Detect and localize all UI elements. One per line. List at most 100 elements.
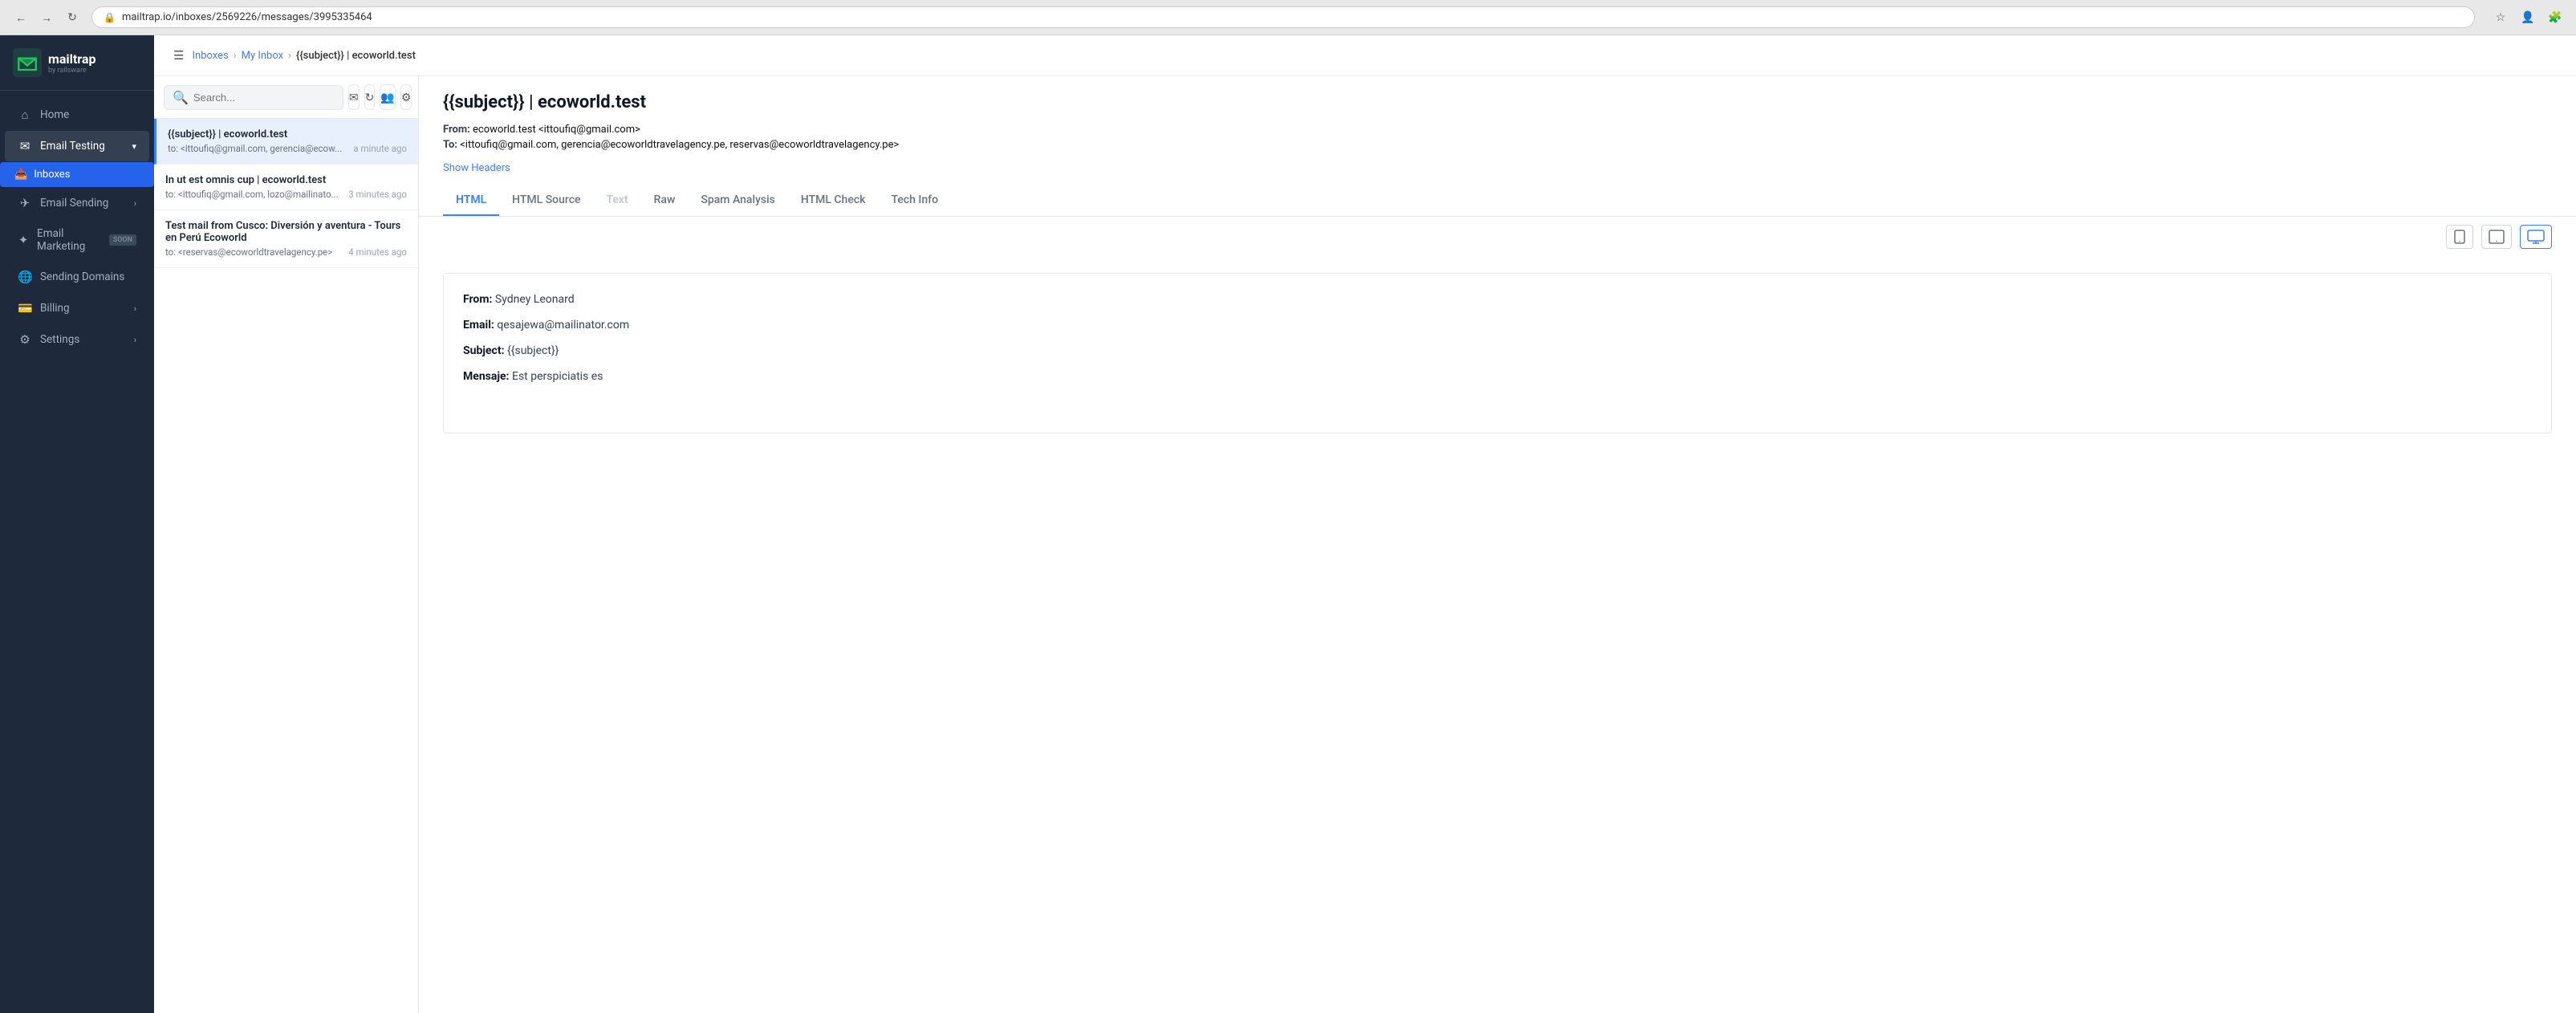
contacts-button[interactable]: 👥 [380, 84, 395, 110]
list-settings-button[interactable]: ⚙ [400, 84, 412, 110]
mobile-icon [2453, 230, 2466, 244]
message-item-3[interactable]: Test mail from Cusco: Diversión y aventu… [154, 210, 418, 268]
sidebar-item-inboxes[interactable]: 📥 Inboxes [0, 162, 154, 187]
browser-actions: ☆ 👤 🧩 [2489, 6, 2566, 29]
forward-button[interactable]: → [35, 6, 58, 29]
email-field-email: Email: qesajewa@mailinator.com [463, 319, 2532, 332]
sidebar-item-billing[interactable]: 💳 Billing › [5, 293, 149, 323]
sidebar-logo: mailtrap by railsware [0, 35, 154, 91]
tablet-icon [2489, 230, 2505, 244]
logo-main-text: mailtrap [48, 51, 95, 67]
from-value: ecoworld.test <ittoufiq@gmail.com> [473, 124, 640, 136]
breadcrumb-sep-2: › [288, 50, 291, 62]
sidebar-item-sending-domains-label: Sending Domains [40, 271, 124, 283]
from-label: From: [443, 124, 470, 136]
billing-chevron-icon: › [134, 303, 136, 314]
email-from: From: ecoworld.test <ittoufiq@gmail.com> [443, 124, 2552, 136]
refresh-button[interactable]: ↻ [61, 6, 83, 29]
message-to-1: to: <ittoufiq@gmail.com, gerencia@ecow..… [168, 143, 342, 154]
address-bar: 🔒 mailtrap.io/inboxes/2569226/messages/3… [91, 6, 2475, 28]
tab-tech-info[interactable]: Tech Info [878, 185, 951, 216]
email-to: To: <ittoufiq@gmail.com, gerencia@ecowor… [443, 139, 2552, 151]
email-field-from: From: Sydney Leonard [463, 293, 2532, 306]
email-content-subject-label: Subject: [463, 344, 505, 357]
email-content-from-label: From: [463, 293, 492, 306]
email-content-message-value: Est perspiciatis es [512, 370, 603, 383]
desktop-icon [2527, 230, 2545, 244]
profile-button[interactable]: 👤 [2517, 6, 2539, 29]
tab-text: Text [594, 185, 641, 216]
soon-badge: soon [109, 234, 136, 246]
message-time-2: 3 minutes ago [348, 189, 407, 200]
nav-buttons: ← → ↻ [10, 6, 83, 29]
desktop-view-button[interactable] [2520, 225, 2552, 249]
email-header: {{subject}} | ecoworld.test From: ecowor… [419, 76, 2576, 217]
message-meta-1: to: <ittoufiq@gmail.com, gerencia@ecow..… [168, 143, 407, 154]
sidebar-item-billing-label: Billing [40, 302, 70, 315]
back-button[interactable]: ← [10, 6, 32, 29]
app-layout: mailtrap by railsware ⌂ Home ✉ Email Tes… [0, 35, 2576, 1013]
tab-html-check[interactable]: HTML Check [788, 185, 879, 216]
settings-icon: ⚙ [18, 332, 32, 347]
sidebar-item-settings-label: Settings [40, 333, 79, 346]
billing-icon: 💳 [18, 301, 32, 315]
inbox-icon: 📥 [14, 169, 27, 181]
compose-button[interactable]: ✉ [348, 84, 360, 110]
bookmark-button[interactable]: ☆ [2489, 6, 2512, 29]
show-headers-link[interactable]: Show Headers [443, 162, 510, 174]
logo-sub-text: by railsware [48, 67, 95, 75]
message-meta-3: to: <reservas@ecoworldtravelagency.pe> 4… [165, 246, 407, 258]
tab-spam-analysis[interactable]: Spam Analysis [688, 185, 787, 216]
sidebar-item-sending-domains[interactable]: 🌐 Sending Domains [5, 262, 149, 292]
breadcrumb-current-item: {{subject}} | ecoworld.test [296, 50, 416, 62]
mobile-view-button[interactable] [2446, 225, 2473, 249]
breadcrumb-my-inbox-link[interactable]: My Inbox [242, 50, 283, 62]
email-subject: {{subject}} | ecoworld.test [443, 92, 2552, 112]
email-content-from-value: Sydney Leonard [495, 293, 575, 306]
menu-toggle-button[interactable]: ☰ [170, 45, 187, 66]
search-input[interactable] [193, 92, 335, 104]
message-time-1: a minute ago [353, 143, 407, 154]
chevron-right-icon: › [134, 198, 136, 209]
browser-chrome: ← → ↻ 🔒 mailtrap.io/inboxes/2569226/mess… [0, 0, 2576, 35]
extensions-button[interactable]: 🧩 [2544, 6, 2566, 29]
refresh-messages-button[interactable]: ↻ [364, 84, 376, 110]
sidebar-item-home[interactable]: ⌂ Home [5, 100, 149, 130]
view-controls [419, 217, 2576, 249]
email-tabs: HTML HTML Source Text Raw Spam Analysis … [443, 185, 2552, 216]
email-body: From: Sydney Leonard Email: qesajewa@mai… [419, 257, 2576, 1013]
sidebar: mailtrap by railsware ⌂ Home ✉ Email Tes… [0, 35, 154, 1013]
tab-html-source[interactable]: HTML Source [499, 185, 593, 216]
lock-icon: 🔒 [104, 12, 116, 23]
breadcrumb-inboxes-link[interactable]: Inboxes [192, 50, 228, 62]
tab-html[interactable]: HTML [443, 185, 499, 216]
message-to-3: to: <reservas@ecoworldtravelagency.pe> [165, 246, 332, 258]
to-value: <ittoufiq@gmail.com, gerencia@ecoworldtr… [460, 139, 899, 151]
url-text: mailtrap.io/inboxes/2569226/messages/399… [122, 11, 372, 23]
search-box: 🔍 [164, 85, 343, 110]
sidebar-item-settings[interactable]: ⚙ Settings › [5, 324, 149, 355]
message-list-toolbar: 🔍 ✉ ↻ 👥 ⚙ [154, 76, 418, 119]
sidebar-item-email-testing-label: Email Testing [40, 140, 105, 153]
content-area: 🔍 ✉ ↻ 👥 ⚙ {{subject}} | ecoworld.test to… [154, 76, 2576, 1013]
search-icon: 🔍 [173, 90, 189, 105]
sidebar-item-email-sending-label: Email Sending [40, 197, 108, 210]
message-item-2[interactable]: In ut est omnis cup | ecoworld.test to: … [154, 165, 418, 210]
email-viewer: {{subject}} | ecoworld.test From: ecowor… [419, 76, 2576, 1013]
breadcrumb: ☰ Inboxes › My Inbox › {{subject}} | eco… [154, 35, 2576, 76]
sidebar-item-home-label: Home [40, 108, 69, 121]
email-field-message: Mensaje: Est perspiciatis es [463, 370, 2532, 383]
message-subject-2: In ut est omnis cup | ecoworld.test [165, 174, 407, 186]
mailtrap-logo-icon [13, 48, 42, 77]
email-content-subject-value: {{subject}} [507, 344, 559, 357]
logo-text: mailtrap by railsware [48, 51, 95, 75]
sidebar-item-email-sending[interactable]: ✈ Email Sending › [5, 188, 149, 218]
message-to-2: to: <ittoufiq@gmail.com, lozo@mailinato.… [165, 189, 339, 200]
email-content-email-label: Email: [463, 319, 494, 332]
message-item-1[interactable]: {{subject}} | ecoworld.test to: <ittoufi… [154, 119, 418, 165]
sidebar-item-email-marketing[interactable]: ✦ Email Marketing soon [5, 219, 149, 261]
tablet-view-button[interactable] [2481, 225, 2512, 249]
tab-raw[interactable]: Raw [641, 185, 689, 216]
email-sending-icon: ✈ [18, 196, 32, 210]
sidebar-item-email-testing[interactable]: ✉ Email Testing ▾ [5, 131, 149, 161]
